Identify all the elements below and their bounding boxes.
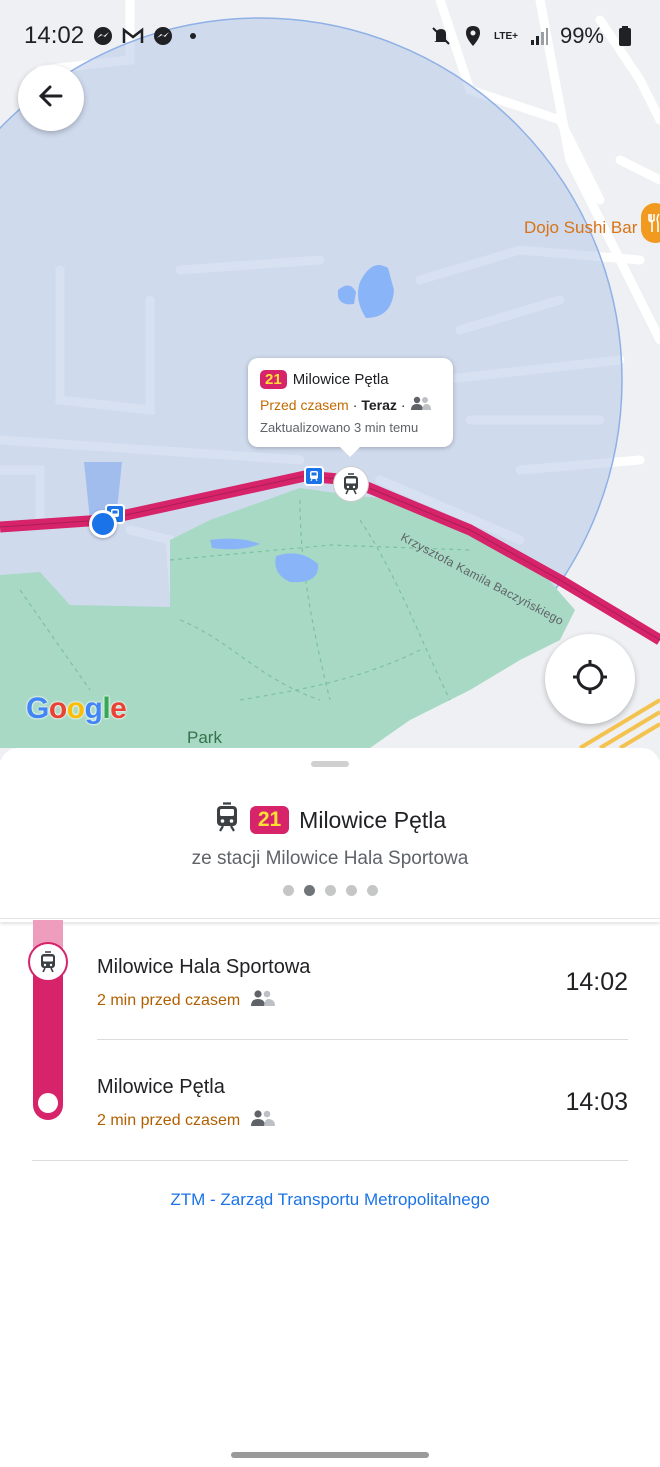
current-location-dot	[89, 510, 117, 538]
drag-handle[interactable]	[311, 761, 349, 767]
timeliness-status: 2 min przed czasem	[97, 991, 241, 1009]
page-dot[interactable]	[282, 885, 294, 896]
list-item[interactable]: Milowice Hala Sportowa 2 min przed czase…	[97, 956, 628, 1012]
page-indicator[interactable]	[0, 885, 660, 896]
tram-stop-icon[interactable]	[304, 466, 324, 486]
page-dot[interactable]	[324, 885, 336, 896]
timeliness-status: Przed czasem	[260, 396, 349, 413]
page-dot-active[interactable]	[303, 885, 315, 896]
google-logo: Google	[26, 692, 127, 725]
destination-title: Milowice Pętla	[299, 806, 447, 833]
crowd-icon	[250, 989, 276, 1012]
arrival-label: Teraz	[361, 396, 397, 413]
dot-icon	[182, 25, 204, 47]
gmail-icon	[122, 25, 144, 47]
line-badge: 21	[249, 806, 290, 834]
arrival-time: 14:03	[565, 1088, 628, 1116]
tram-icon	[214, 802, 240, 838]
arrow-left-icon	[37, 82, 65, 115]
terminal-stop-marker	[38, 1093, 58, 1113]
agency-link[interactable]: ZTM - Zarząd Transportu Metropolitalnego	[0, 1190, 660, 1210]
mute-icon	[430, 25, 452, 47]
vehicle-info-bubble[interactable]: 21 Milowice Pętla Przed czasem · Teraz ·…	[248, 358, 453, 457]
status-time: 14:02	[24, 22, 85, 49]
crowd-icon	[410, 395, 432, 414]
row-divider	[97, 1039, 628, 1040]
header-divider	[0, 918, 660, 922]
messenger-icon	[152, 25, 174, 47]
stop-name: Milowice Pętla	[97, 1076, 225, 1098]
status-bar: 14:02 LTE+ 99%	[0, 0, 660, 72]
restaurant-pin-icon[interactable]	[641, 203, 660, 243]
network-label: LTE+	[493, 30, 518, 42]
line-badge: 21	[260, 370, 287, 389]
timeliness-status: 2 min przed czasem	[97, 1111, 241, 1129]
origin-subtitle: ze stacji Milowice Hala Sportowa	[191, 848, 469, 869]
crowd-icon	[250, 1109, 276, 1132]
tram-position-icon	[28, 942, 68, 982]
messenger-icon	[92, 25, 114, 47]
my-location-button[interactable]	[545, 634, 635, 724]
page-dot[interactable]	[366, 885, 378, 896]
signal-icon	[528, 25, 550, 47]
poi-label[interactable]: Dojo Sushi Bar	[524, 218, 637, 238]
updated-label: Zaktualizowano 3 min temu	[260, 420, 419, 435]
park-label: Park	[187, 728, 222, 747]
trip-header: 21 Milowice Pętla ze stacji Milowice Hal…	[0, 802, 660, 870]
destination-label: Milowice Pętla	[292, 371, 389, 388]
row-divider	[32, 1160, 628, 1161]
location-icon	[462, 25, 484, 47]
page-dot[interactable]	[345, 885, 357, 896]
gesture-nav-bar[interactable]	[231, 1452, 429, 1458]
list-item[interactable]: Milowice Pętla 2 min przed czasem 14:03	[97, 1076, 628, 1132]
battery-percent: 99%	[559, 23, 604, 48]
arrival-time: 14:02	[565, 968, 628, 996]
separator: ·	[352, 396, 358, 413]
battery-icon	[614, 25, 636, 47]
stop-name: Milowice Hala Sportowa	[97, 956, 311, 978]
vehicle-tram-icon[interactable]	[333, 466, 369, 502]
back-button[interactable]	[18, 65, 84, 131]
crosshair-icon	[571, 658, 609, 701]
separator: ·	[400, 396, 406, 413]
